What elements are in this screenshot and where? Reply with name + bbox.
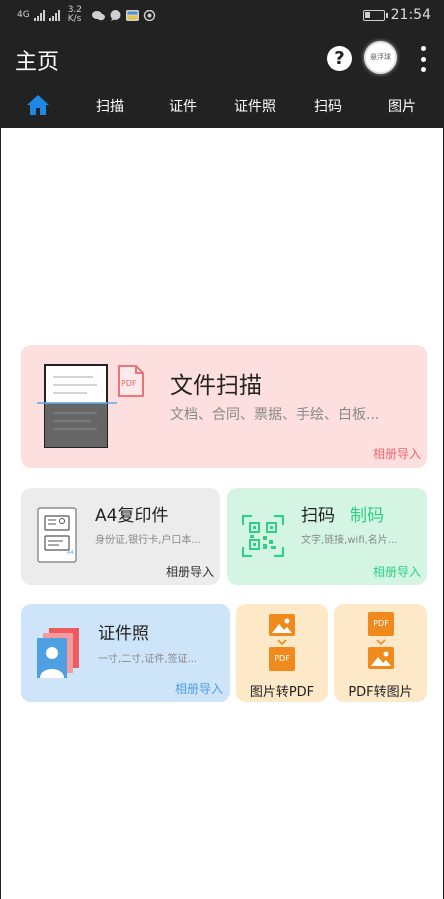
qr-create-title[interactable]: 制码: [350, 501, 384, 526]
message-icon: [110, 9, 121, 21]
battery-icon: [362, 9, 388, 21]
pdf-file-label: PDF: [121, 379, 137, 388]
qr-subtitle: 文字,链接,wifi,名片...: [301, 535, 398, 546]
vpn-icon: [143, 9, 156, 21]
pdf-to-image-card[interactable]: PDF PDF转图片: [334, 604, 427, 702]
tab-image[interactable]: 图片: [388, 96, 416, 116]
pdf-icon: PDF: [269, 647, 295, 671]
more-dot-icon: [420, 56, 426, 62]
app-bar: 主页 ? 悬浮球: [1, 34, 444, 84]
image-icon: [269, 614, 295, 636]
tab-id-photo[interactable]: 证件照: [234, 96, 276, 116]
arrow-down-icon: [277, 639, 287, 645]
pdf-to-image-label: PDF转图片: [348, 685, 413, 700]
scan-import-link[interactable]: 相册导入: [373, 445, 421, 462]
gallery-icon: [126, 9, 140, 21]
status-left: 4G 3.2 K/s: [17, 6, 156, 24]
more-menu-button[interactable]: [415, 46, 431, 72]
wechat-icon: [92, 10, 106, 20]
a4-copy-card[interactable]: A4 A4复印件 身份证,银行卡,户口本... 相册导入: [21, 488, 220, 585]
more-dot-icon: [420, 46, 426, 51]
id-photo-import-link[interactable]: 相册导入: [175, 680, 223, 697]
arrow-down-icon: [376, 639, 386, 645]
status-right: 21:54: [362, 7, 431, 23]
scan-title: 文件扫描: [170, 373, 262, 399]
speed-unit: K/s: [67, 14, 82, 24]
network-speed: 3.2 K/s: [68, 6, 82, 24]
image-to-pdf-card[interactable]: PDF 图片转PDF: [236, 604, 328, 702]
page-title: 主页: [15, 50, 60, 75]
document-scan-icon: [37, 364, 117, 448]
network-label: 4G: [17, 10, 30, 20]
id-photo-subtitle: 一寸,二寸,证件,签证...: [98, 654, 198, 665]
floating-ball-avatar[interactable]: 悬浮球: [364, 41, 397, 74]
qr-import-link[interactable]: 相册导入: [373, 563, 421, 580]
a4-import-link[interactable]: 相册导入: [166, 563, 214, 580]
document-scan-card[interactable]: PDF 文件扫描 文档、合同、票据、手绘、白板... 相册导入: [21, 345, 427, 468]
image-icon: [368, 647, 394, 669]
id-photo-card[interactable]: 证件照 一寸,二寸,证件,签证... 相册导入: [21, 604, 230, 702]
id-photo-title: 证件照: [98, 624, 149, 644]
status-time: 21:54: [390, 7, 431, 23]
status-bar: 4G 3.2 K/s 21:54: [1, 0, 444, 34]
help-button[interactable]: ?: [327, 46, 352, 71]
id-photo-icon: [37, 628, 79, 678]
a4-title: A4复印件: [95, 506, 169, 526]
qr-code-card[interactable]: 扫码 制码 文字,链接,wifi,名片... 相册导入: [227, 488, 427, 585]
signal-icon: [33, 9, 45, 21]
tab-qr[interactable]: 扫码: [314, 96, 342, 116]
a4-tag: A4: [67, 550, 74, 556]
qr-scan-title: 扫码: [301, 506, 335, 526]
tab-home-icon[interactable]: [26, 93, 50, 117]
pdf-icon: PDF: [368, 612, 394, 636]
qr-code-icon: [242, 515, 284, 557]
tab-id[interactable]: 证件: [169, 96, 197, 116]
a4-subtitle: 身份证,银行卡,户口本...: [95, 535, 201, 546]
scan-subtitle: 文档、合同、票据、手绘、白板...: [170, 407, 380, 423]
tab-bar: 扫描 证件 证件照 扫码 图片: [1, 84, 444, 128]
more-dot-icon: [420, 67, 426, 72]
app-frame: 4G 3.2 K/s 21:54 主页 ? 悬浮球 扫描 证件 证件照 扫码 图…: [0, 0, 444, 899]
tab-scan[interactable]: 扫描: [96, 96, 124, 116]
signal-icon-2: [48, 9, 60, 21]
image-to-pdf-label: 图片转PDF: [249, 685, 315, 700]
